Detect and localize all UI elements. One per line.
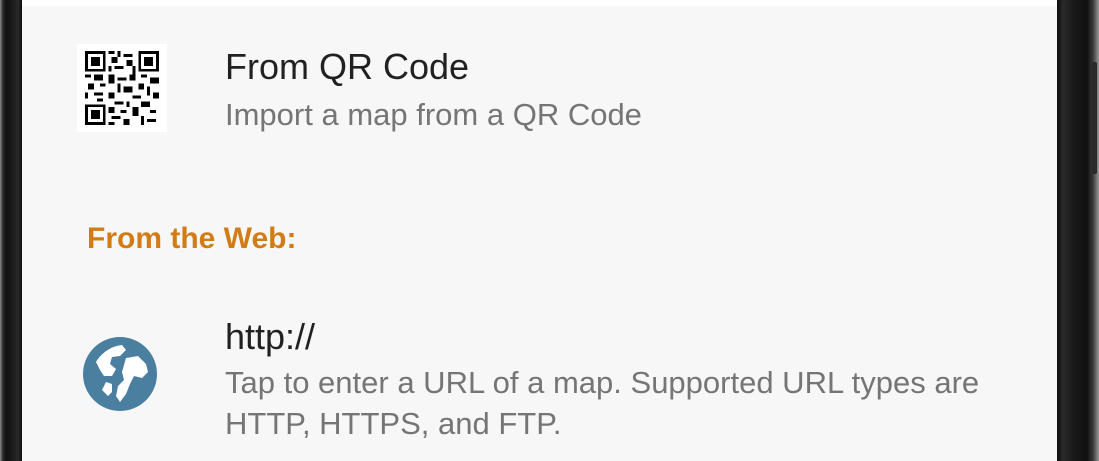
device-bezel-left bbox=[0, 0, 22, 461]
url-item-subtitle: Tap to enter a URL of a map. Supported U… bbox=[225, 365, 980, 441]
screen-top-edge bbox=[22, 0, 1057, 6]
qr-code-icon bbox=[77, 44, 167, 132]
section-header-from-the-web: From the Web: bbox=[87, 222, 297, 255]
qr-item-title: From QR Code bbox=[225, 46, 470, 87]
globe-icon bbox=[82, 336, 158, 412]
device-side-button bbox=[1092, 62, 1097, 174]
device-frame: From QR Code Import a map from a QR Code… bbox=[0, 0, 1099, 461]
import-map-screen: From QR Code Import a map from a QR Code… bbox=[22, 0, 1057, 461]
qr-item-subtitle: Import a map from a QR Code bbox=[225, 97, 642, 132]
import-from-url-item[interactable]: http:// Tap to enter a URL of a map. Sup… bbox=[22, 300, 1057, 460]
import-from-qr-item[interactable]: From QR Code Import a map from a QR Code bbox=[22, 30, 1057, 150]
url-item-title: http:// bbox=[225, 316, 316, 357]
